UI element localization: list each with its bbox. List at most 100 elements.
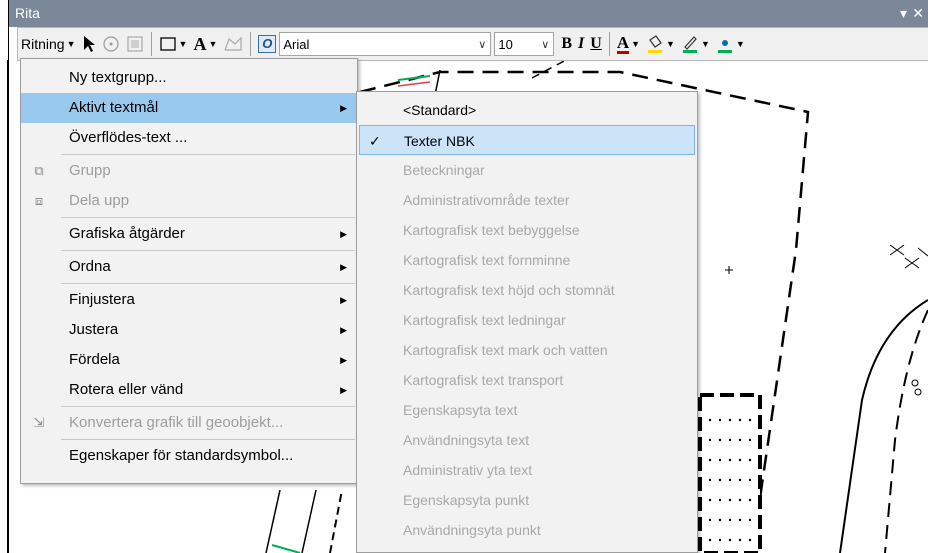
menu-separator [61, 217, 355, 218]
submenu-item-texter-nbk[interactable]: ✓ Texter NBK [359, 125, 695, 155]
menu-item-label: Justera [69, 321, 119, 338]
drawing-toolbar-window: Rita ▾ ✕ Ritning ▼ ▼ A ▼ O Arial ∨ 10 ∨ … [8, 0, 928, 66]
dropdown-arrow-icon: ▼ [666, 39, 675, 49]
menu-separator [61, 154, 355, 155]
submenu-arrow-icon: ▶ [340, 262, 347, 272]
menu-item-label: Överflödes-text ... [69, 129, 188, 146]
menu-item-new-text-group[interactable]: Ny textgrupp... [21, 63, 357, 93]
menu-item-label: Ordna [69, 258, 111, 275]
submenu-item[interactable]: Egenskapsyta text [357, 395, 697, 425]
ungroup-icon: ⧈ [34, 193, 44, 208]
drawing-menu-button[interactable]: Ritning ▼ [18, 30, 79, 58]
submenu-arrow-icon: ▶ [340, 385, 347, 395]
toolbar-title-bar[interactable]: Rita ▾ ✕ [9, 0, 928, 27]
toolbar-separator [150, 32, 152, 56]
toolbar-separator [608, 32, 610, 56]
submenu-item-label: Kartografisk text bebyggelse [403, 222, 580, 238]
bold-button[interactable]: B [558, 30, 575, 58]
toolbar-options-button[interactable]: ▾ [900, 0, 907, 27]
menu-item-graphic-operations[interactable]: Grafiska åtgärder ▶ [21, 219, 357, 249]
menu-item-label: Grupp [69, 162, 111, 179]
submenu-item-label: Kartografisk text fornminne [403, 252, 571, 268]
dropdown-arrow-icon: ▼ [208, 39, 218, 49]
submenu-item-label: Administrativområde texter [403, 192, 570, 208]
font-name-value: Arial [283, 36, 310, 52]
menu-item-label: Aktivt textmål [69, 99, 159, 116]
submenu-item[interactable]: Administrativ yta text [357, 455, 697, 485]
close-button[interactable]: ✕ [912, 0, 924, 27]
menu-item-distribute[interactable]: Fördela ▶ [21, 345, 357, 375]
chevron-down-icon: ∨ [541, 38, 550, 51]
submenu-item-label: Användningsyta text [403, 432, 530, 448]
rectangle-tool-button[interactable]: ▼ [156, 30, 191, 58]
pointer-arrow-icon [83, 36, 95, 52]
font-name-select[interactable]: Arial ∨ [279, 32, 492, 56]
menu-item-rotate-or-flip[interactable]: Rotera eller vänd ▶ [21, 375, 357, 405]
menu-item-group[interactable]: ⧉ Grupp [21, 156, 357, 186]
submenu-item-label: Egenskapsyta text [403, 402, 518, 418]
menu-item-active-text-target[interactable]: Aktivt textmål ▶ [21, 93, 357, 123]
marker-dot-icon [717, 40, 732, 53]
font-type-icon: O [258, 35, 277, 53]
font-size-select[interactable]: 10 ∨ [494, 32, 555, 56]
font-color-button[interactable]: A ▼ [614, 30, 643, 58]
italic-button[interactable]: I [575, 30, 587, 58]
submenu-item[interactable]: Kartografisk text ledningar [357, 305, 697, 335]
submenu-item-label: Kartografisk text mark och vatten [403, 342, 608, 358]
toolbar-title: Rita [15, 5, 40, 21]
submenu-item[interactable]: Kartografisk text fornminne [357, 245, 697, 275]
rotate-button[interactable] [99, 30, 123, 58]
menu-item-label: Egenskaper för standardsymbol... [69, 447, 294, 464]
submenu-item[interactable]: Kartografisk text höjd och stomnät [357, 275, 697, 305]
fill-color-button[interactable]: ▼ [643, 30, 678, 58]
menu-item-label: Rotera eller vänd [69, 381, 184, 398]
submenu-item-label: Kartografisk text ledningar [403, 312, 566, 328]
menu-separator [61, 283, 355, 284]
submenu-item[interactable]: Användningsyta punkt [357, 515, 697, 545]
menu-item-overflow-text[interactable]: Överflödes-text ... [21, 123, 357, 153]
marker-color-button[interactable]: ▼ [713, 30, 748, 58]
convert-icon: ⇲ [33, 415, 45, 430]
submenu-item[interactable]: Kartografisk text transport [357, 365, 697, 395]
drawing-toolbar: Ritning ▼ ▼ A ▼ O Arial ∨ 10 ∨ B I U A ▼… [17, 27, 928, 61]
menu-separator [61, 250, 355, 251]
menu-item-label: Dela upp [69, 192, 130, 209]
submenu-item-label: <Standard> [403, 102, 477, 118]
line-color-button[interactable]: ▼ [678, 30, 713, 58]
submenu-item[interactable]: Beteckningar [357, 155, 697, 185]
menu-item-align[interactable]: Justera ▶ [21, 315, 357, 345]
submenu-item[interactable]: Administrativområde texter [357, 185, 697, 215]
select-elements-button[interactable] [79, 30, 99, 58]
text-tool-button[interactable]: A ▼ [190, 30, 220, 58]
submenu-arrow-icon: ▶ [340, 325, 347, 335]
zoom-to-elements-button[interactable] [123, 30, 147, 58]
menu-item-nudge[interactable]: Finjustera ▶ [21, 285, 357, 315]
submenu-item-standard[interactable]: <Standard> [357, 95, 697, 125]
submenu-item[interactable]: Kartografisk text mark och vatten [357, 335, 697, 365]
menu-item-default-symbol-properties[interactable]: Egenskaper för standardsymbol... [21, 441, 357, 471]
submenu-item-label: Beteckningar [403, 162, 485, 178]
menu-item-convert-graphics[interactable]: ⇲ Konvertera grafik till geoobjekt... [21, 408, 357, 438]
group-icon: ⧉ [34, 163, 44, 178]
text-tool-icon: A [193, 33, 207, 54]
submenu-item[interactable]: Egenskapsyta punkt [357, 485, 697, 515]
font-size-value: 10 [498, 36, 513, 52]
chevron-down-icon: ∨ [478, 38, 487, 51]
submenu-item-label: Kartografisk text höjd och stomnät [403, 282, 615, 298]
submenu-item[interactable]: Kartografisk text bebyggelse [357, 215, 697, 245]
menu-item-ungroup[interactable]: ⧈ Dela upp [21, 186, 357, 216]
menu-item-label: Ny textgrupp... [69, 69, 167, 86]
underline-button[interactable]: U [587, 30, 605, 58]
drawing-menu-label: Ritning [21, 36, 65, 52]
menu-item-order[interactable]: Ordna ▶ [21, 252, 357, 282]
paint-bucket-icon [648, 35, 663, 53]
edit-vertices-button[interactable] [220, 30, 246, 58]
edit-vertices-icon [224, 36, 242, 51]
submenu-arrow-icon: ▶ [340, 229, 347, 239]
menu-item-label: Finjustera [69, 291, 135, 308]
pen-icon [682, 36, 697, 53]
active-text-target-submenu: <Standard> ✓ Texter NBK Beteckningar Adm… [356, 91, 698, 553]
drawing-menu: Ny textgrupp... Aktivt textmål ▶ Överflö… [20, 58, 358, 484]
submenu-item[interactable]: Användningsyta text [357, 425, 697, 455]
rotate-icon [102, 36, 119, 52]
